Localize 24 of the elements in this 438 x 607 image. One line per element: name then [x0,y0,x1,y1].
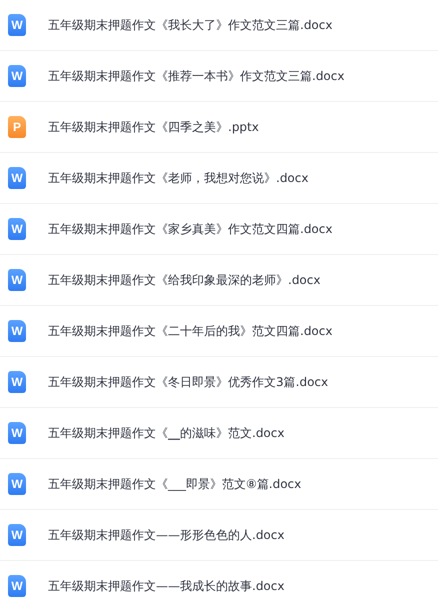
file-name[interactable]: 五年级期末押题作文《冬日即景》优秀作文3篇.docx [48,374,328,390]
file-name[interactable]: 五年级期末押题作文《我长大了》作文范文三篇.docx [48,16,332,34]
file-icon: W [8,320,26,342]
file-icon: W [8,371,26,393]
file-name[interactable]: 五年级期末押题作文《四季之美》.pptx [48,118,259,136]
file-name[interactable]: 五年级期末押题作文《二十年后的我》范文四篇.docx [48,322,332,340]
file-icon: W [8,473,26,495]
file-icon: W [8,422,26,444]
file-name[interactable]: 五年级期末押题作文《___即景》范文⑧篇.docx [48,476,302,492]
file-icon: W [8,65,26,87]
file-icon: W [8,218,26,240]
file-name[interactable]: 五年级期末押题作文《家乡真美》作文范文四篇.docx [48,220,332,238]
file-name[interactable]: 五年级期末押题作文《老师，我想对您说》.docx [48,170,308,186]
file-icon: W [8,524,26,546]
file-name[interactable]: 五年级期末押题作文《__的滋味》范文.docx [48,424,284,442]
file-name[interactable]: 五年级期末押题作文《推荐一本书》作文范文三篇.docx [48,68,344,84]
file-icon: W [8,14,26,36]
file-icon: P [8,116,26,138]
file-icon: W [8,167,26,189]
file-name[interactable]: 五年级期末押题作文《给我印象最深的老师》.docx [48,272,320,288]
file-icon: W [8,575,26,597]
file-name[interactable]: 五年级期末押题作文——形形色色的人.docx [48,526,284,544]
file-icon: W [8,269,26,291]
file-name[interactable]: 五年级期末押题作文——我成长的故事.docx [48,578,284,594]
